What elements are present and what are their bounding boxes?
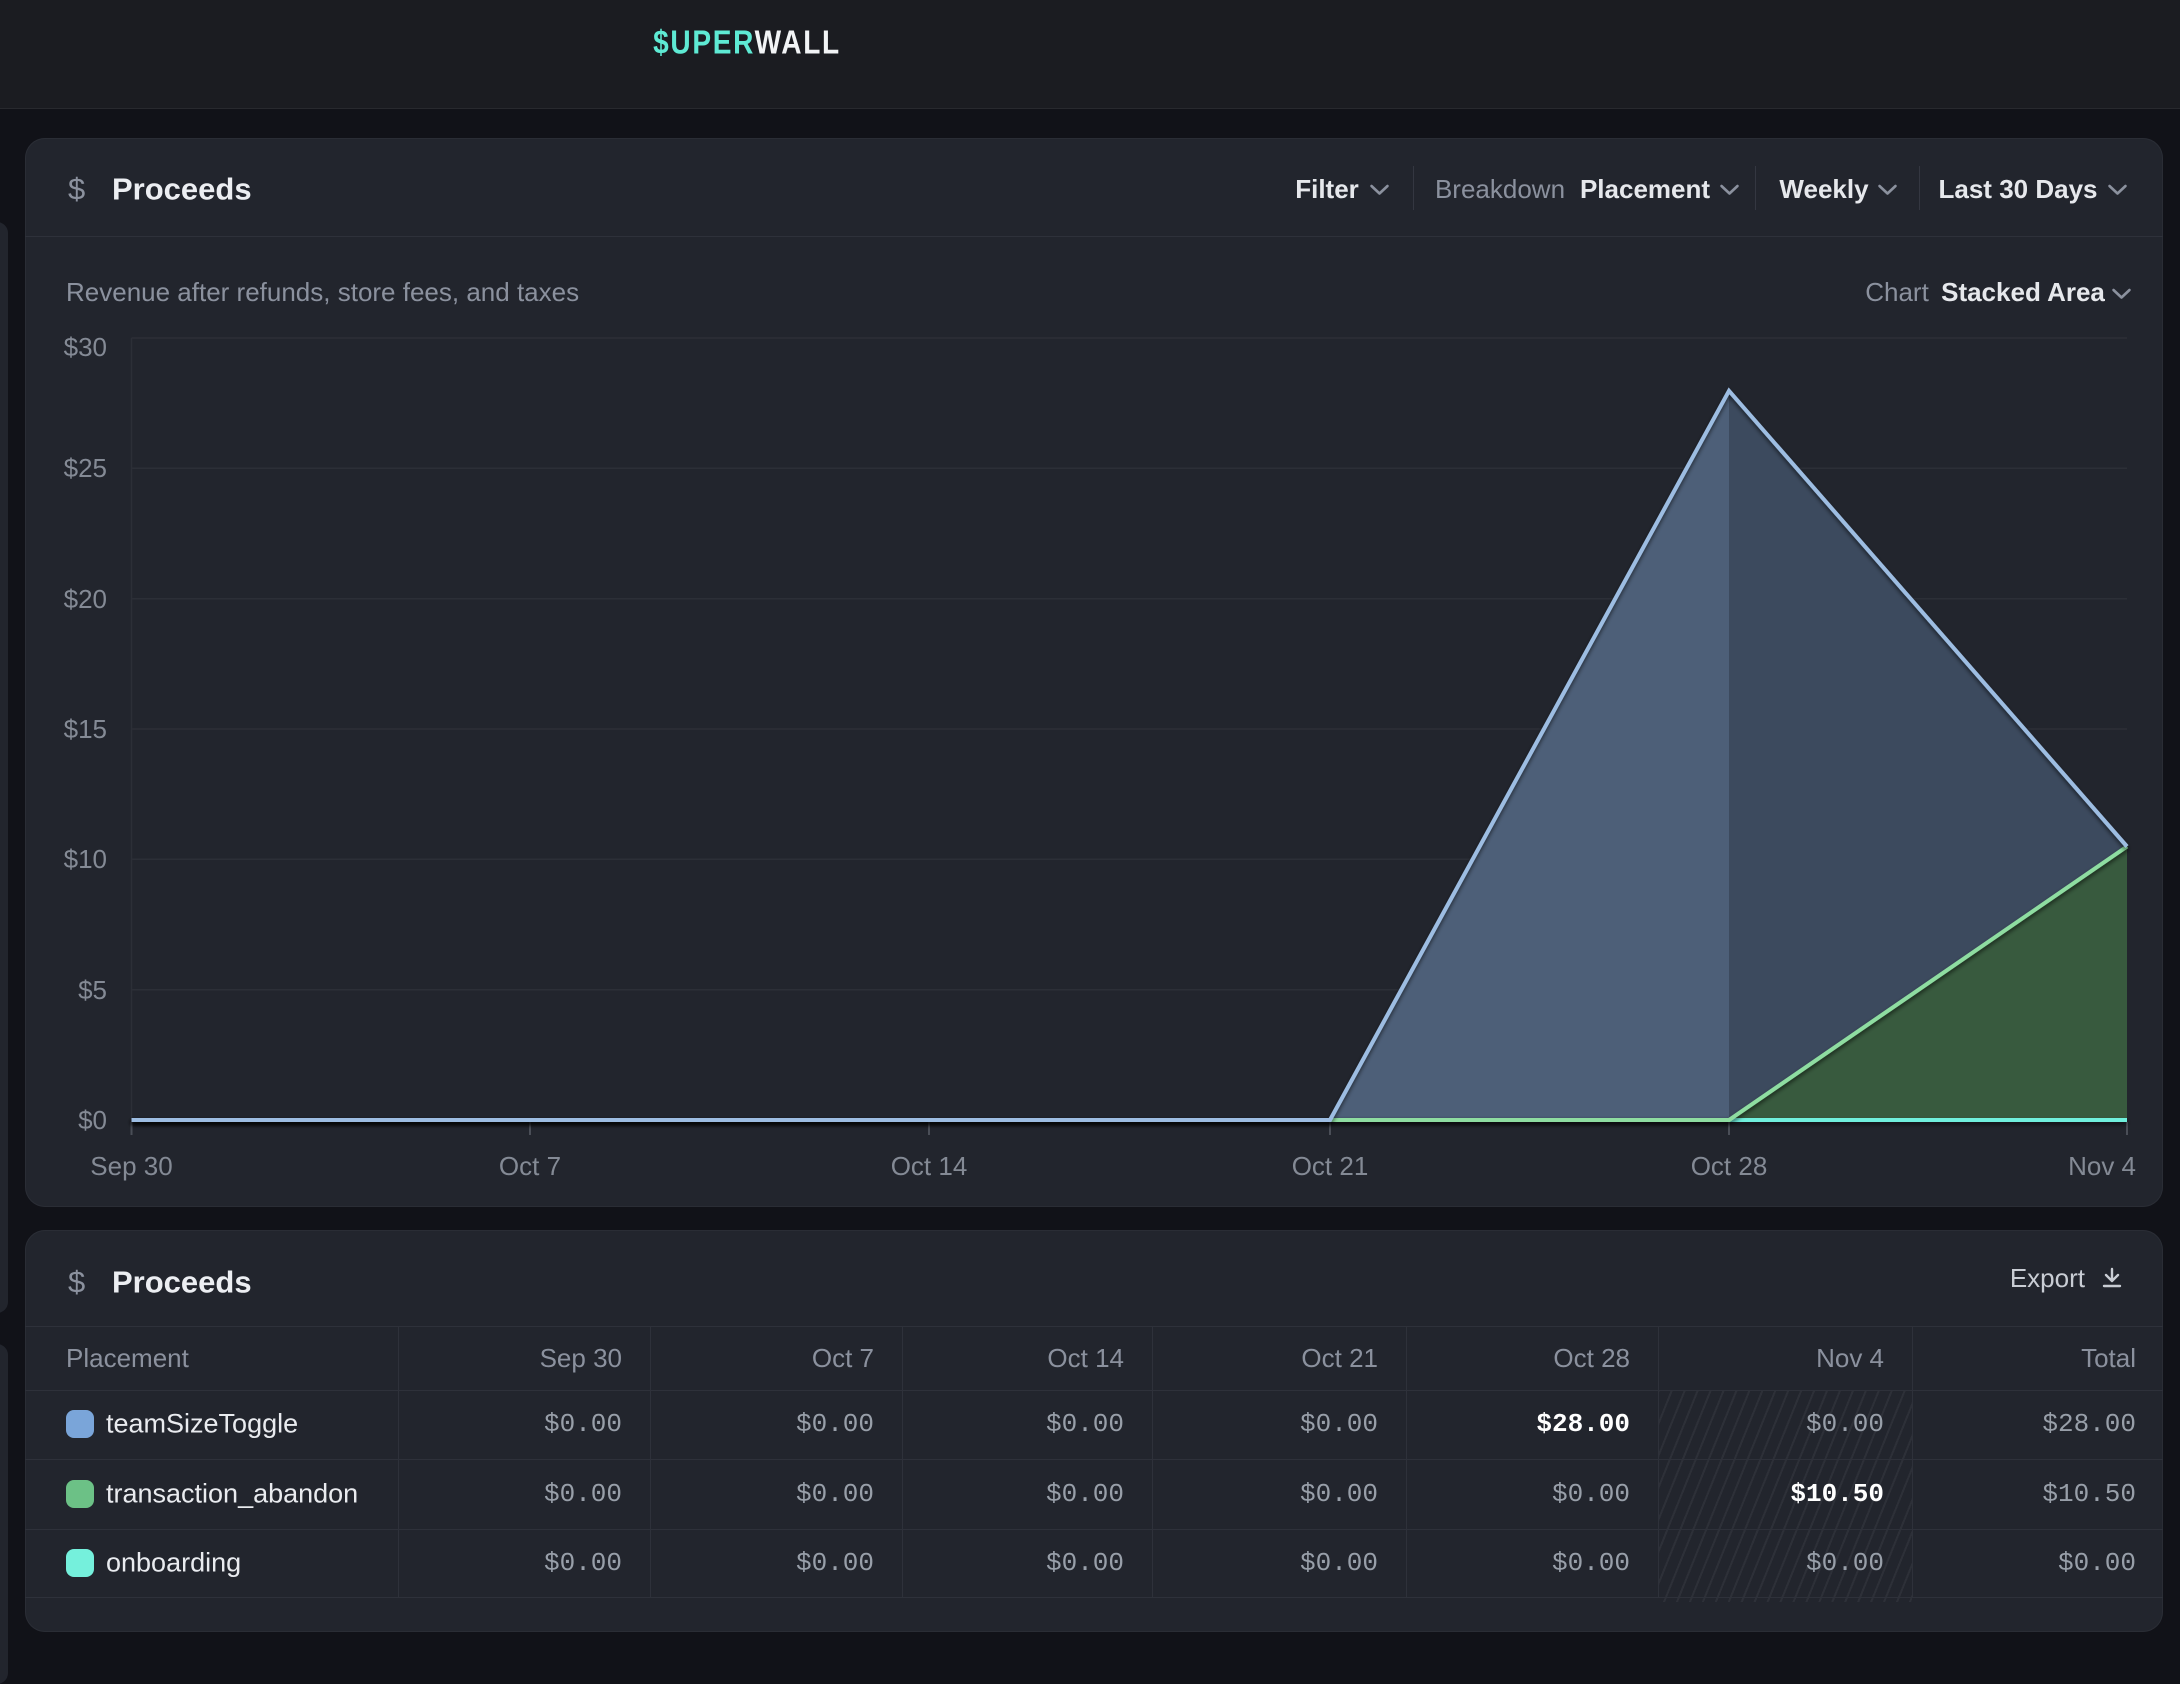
svg-text:Oct 28: Oct 28 [1691,1151,1768,1181]
svg-text:Oct 21: Oct 21 [1292,1151,1369,1181]
svg-text:$15: $15 [64,714,107,744]
svg-text:$20: $20 [64,584,107,614]
svg-text:$10: $10 [64,844,107,874]
svg-text:$0: $0 [78,1105,107,1135]
svg-text:$5: $5 [78,975,107,1005]
svg-text:Oct 14: Oct 14 [891,1151,968,1181]
svg-text:Nov 4: Nov 4 [2068,1151,2136,1181]
svg-text:Oct 7: Oct 7 [499,1151,561,1181]
svg-text:$25: $25 [64,453,107,483]
svg-text:$30: $30 [64,332,107,362]
svg-text:Sep 30: Sep 30 [90,1151,172,1181]
